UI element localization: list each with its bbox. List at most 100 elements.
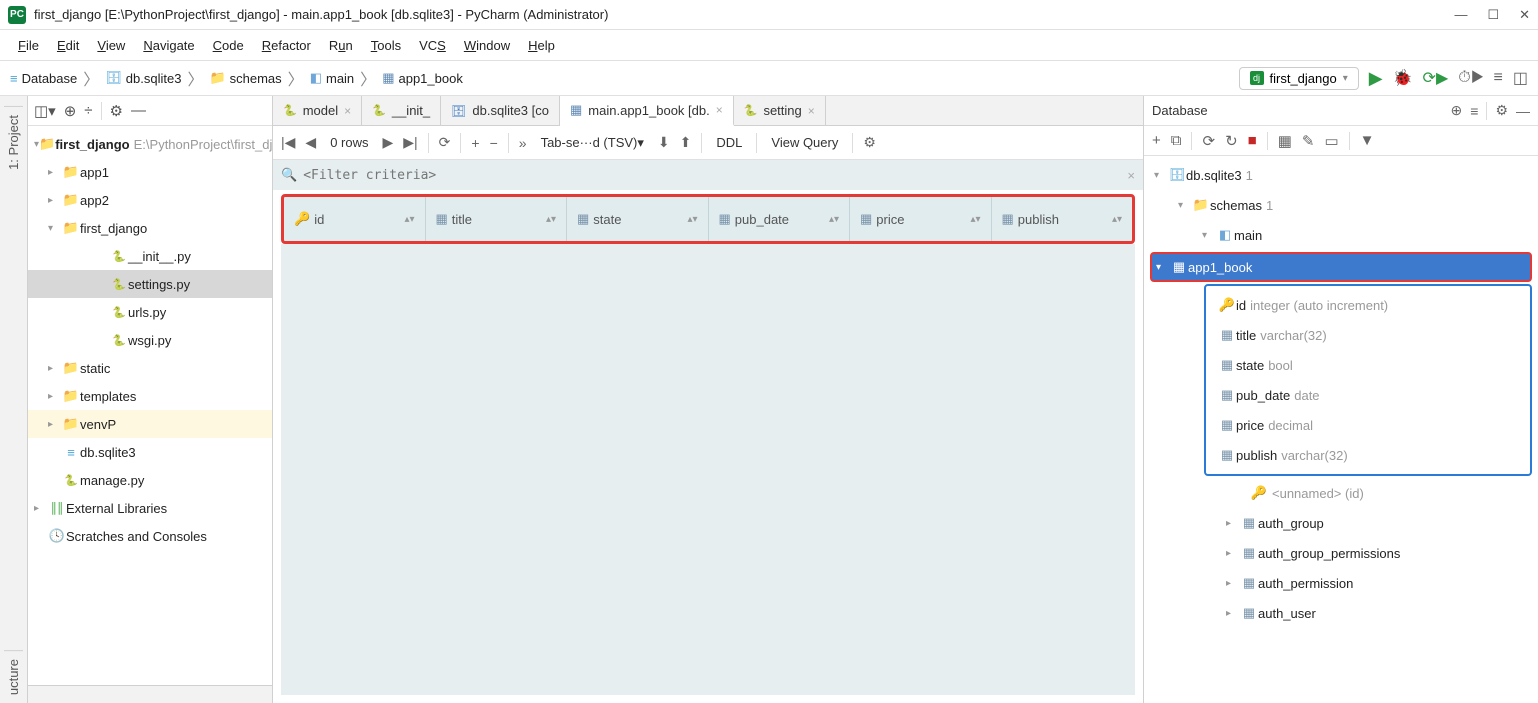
project-tree[interactable]: ▾📁 first_django E:\PythonProject\first_d… [28, 126, 272, 685]
editor-tab[interactable]: 🐍model× [273, 96, 362, 125]
refresh-icon[interactable]: ⟳ [1202, 132, 1215, 150]
next-row-icon[interactable]: ▶ [382, 134, 393, 151]
editor-tab[interactable]: 🗄db.sqlite3 [co [441, 96, 560, 125]
menu-view[interactable]: View [89, 34, 133, 57]
toolbar-list-icon[interactable]: ≡ [1494, 69, 1503, 87]
table-node[interactable]: ▸▦auth_group [1144, 508, 1538, 538]
first-row-icon[interactable]: |◀ [281, 134, 295, 151]
hide-panel-icon[interactable]: — [131, 102, 146, 119]
table-node[interactable]: ▸▦auth_permission [1144, 568, 1538, 598]
menu-window[interactable]: Window [456, 34, 518, 57]
remove-row-icon[interactable]: − [490, 135, 498, 151]
tree-item-ext-libs[interactable]: ▸∥∥External Libraries [28, 494, 272, 522]
schemas-node[interactable]: ▾📁 schemas 1 [1144, 190, 1538, 220]
gear-icon[interactable]: ⚙ [1495, 102, 1508, 119]
column-header[interactable]: 🔑id▴▾ [284, 197, 426, 241]
view-query-button[interactable]: View Query [767, 133, 842, 152]
close-tab-icon[interactable]: × [344, 104, 351, 118]
tool-tab-structure[interactable]: ucture [4, 650, 23, 703]
run-button[interactable]: ▶ [1369, 68, 1383, 89]
menu-tools[interactable]: Tools [363, 34, 409, 57]
project-root[interactable]: ▾📁 first_django E:\PythonProject\first_d… [28, 130, 272, 158]
collapse-icon[interactable]: ≡ [1470, 103, 1478, 119]
tree-item[interactable]: ▾📁first_django [28, 214, 272, 242]
menu-code[interactable]: Code [205, 34, 252, 57]
download-icon[interactable]: ⬇ [658, 134, 670, 151]
column-header[interactable]: ▦publish▴▾ [992, 197, 1133, 241]
refresh-icon[interactable]: ⟳ [439, 134, 451, 151]
column-header[interactable]: ▦title▴▾ [426, 197, 568, 241]
menu-edit[interactable]: Edit [49, 34, 87, 57]
project-scrollbar[interactable] [28, 685, 272, 703]
tree-item[interactable]: ▸📁venvP [28, 410, 272, 438]
menu-help[interactable]: Help [520, 34, 563, 57]
editor-tab[interactable]: 🐍setting× [734, 96, 826, 125]
column-node[interactable]: ▦statebool [1206, 350, 1530, 380]
sync-icon[interactable]: ↻ [1225, 132, 1238, 150]
menu-file[interactable]: File [10, 34, 47, 57]
column-node[interactable]: ▦pub_datedate [1206, 380, 1530, 410]
tree-item[interactable]: 🐍__init__.py [28, 242, 272, 270]
table-body[interactable] [281, 244, 1135, 695]
settings-gear-icon[interactable]: ⚙ [863, 134, 876, 151]
menu-navigate[interactable]: Navigate [135, 34, 202, 57]
table-node[interactable]: ▸▦auth_user [1144, 598, 1538, 628]
column-header[interactable]: ▦state▴▾ [567, 197, 709, 241]
column-node[interactable]: ▦publishvarchar(32) [1206, 440, 1530, 470]
close-tab-icon[interactable]: × [716, 103, 723, 117]
column-header[interactable]: ▦price▴▾ [850, 197, 992, 241]
tree-item-scratches[interactable]: 🕓Scratches and Consoles [28, 522, 272, 550]
minimize-button[interactable]: — [1454, 7, 1467, 23]
editor-tab[interactable]: 🐍__init_ [362, 96, 441, 125]
schema-node[interactable]: ▾◧ main [1144, 220, 1538, 250]
tree-item-selected[interactable]: 🐍settings.py [28, 270, 272, 298]
profile-button[interactable]: ⏱▶ [1458, 69, 1483, 87]
edit-icon[interactable]: ✎ [1302, 132, 1315, 150]
table-node[interactable]: ▸▦auth_group_permissions [1144, 538, 1538, 568]
tree-item[interactable]: ▸📁app1 [28, 158, 272, 186]
locate-icon[interactable]: ⊕ [64, 102, 77, 120]
close-button[interactable]: ✕ [1519, 7, 1530, 23]
database-tree[interactable]: ▾🗄 db.sqlite3 1 ▾📁 schemas 1 ▾◧ main ▾▦ … [1144, 156, 1538, 703]
menu-refactor[interactable]: Refactor [254, 34, 319, 57]
column-node[interactable]: ▦pricedecimal [1206, 410, 1530, 440]
crumb-schemas[interactable]: 📁schemas [209, 70, 281, 86]
tool-tab-project[interactable]: 1: Project [4, 106, 23, 178]
prev-row-icon[interactable]: ◀ [305, 134, 316, 151]
hide-panel-icon[interactable]: — [1516, 103, 1530, 119]
crumb-database[interactable]: ≡Database [10, 71, 77, 86]
tree-item[interactable]: ▸📁templates [28, 382, 272, 410]
filter-input[interactable] [303, 168, 1121, 183]
tx-icon[interactable]: » [519, 135, 527, 151]
add-row-icon[interactable]: + [471, 135, 479, 151]
table-view-icon[interactable]: ▦ [1278, 132, 1292, 150]
key-node[interactable]: 🔑 <unnamed> (id) [1144, 478, 1538, 508]
expand-icon[interactable]: ⊕ [1451, 102, 1463, 119]
select-opened-file-icon[interactable]: ◫▾ [34, 102, 56, 120]
tree-item[interactable]: ▸📁app2 [28, 186, 272, 214]
table-node-selected[interactable]: ▾▦ app1_book [1150, 252, 1532, 282]
tree-item[interactable]: 🐍wsgi.py [28, 326, 272, 354]
tree-item[interactable]: ≡db.sqlite3 [28, 438, 272, 466]
crumb-schema[interactable]: ◧main [310, 70, 354, 86]
crumb-table[interactable]: ▦app1_book [382, 70, 463, 86]
tree-item[interactable]: 🐍manage.py [28, 466, 272, 494]
console-icon[interactable]: ▭ [1324, 132, 1338, 150]
column-node[interactable]: 🔑idinteger (auto increment) [1206, 290, 1530, 320]
ddl-button[interactable]: DDL [712, 133, 746, 152]
close-tab-icon[interactable]: × [808, 104, 815, 118]
tree-item[interactable]: ▸📁static [28, 354, 272, 382]
scroll-to-icon[interactable]: ÷ [84, 102, 92, 119]
duplicate-icon[interactable]: ⧉ [1171, 132, 1182, 149]
coverage-button[interactable]: ⟳▶ [1423, 68, 1449, 88]
debug-button[interactable]: 🐞 [1393, 68, 1413, 88]
gear-icon[interactable]: ⚙ [110, 102, 123, 120]
editor-tab-active[interactable]: ▦main.app1_book [db.× [560, 96, 734, 126]
stop-icon[interactable]: ■ [1248, 132, 1257, 149]
crumb-datasource[interactable]: 🗄db.sqlite3 [105, 70, 181, 86]
maximize-button[interactable]: ☐ [1487, 7, 1499, 23]
export-mode[interactable]: Tab-se···d (TSV)▾ [537, 133, 648, 153]
toolbar-panel-icon[interactable]: ◫ [1513, 68, 1528, 88]
filter-icon[interactable]: ▼ [1360, 132, 1375, 149]
run-config-selector[interactable]: dj first_django ▾ [1239, 67, 1359, 90]
